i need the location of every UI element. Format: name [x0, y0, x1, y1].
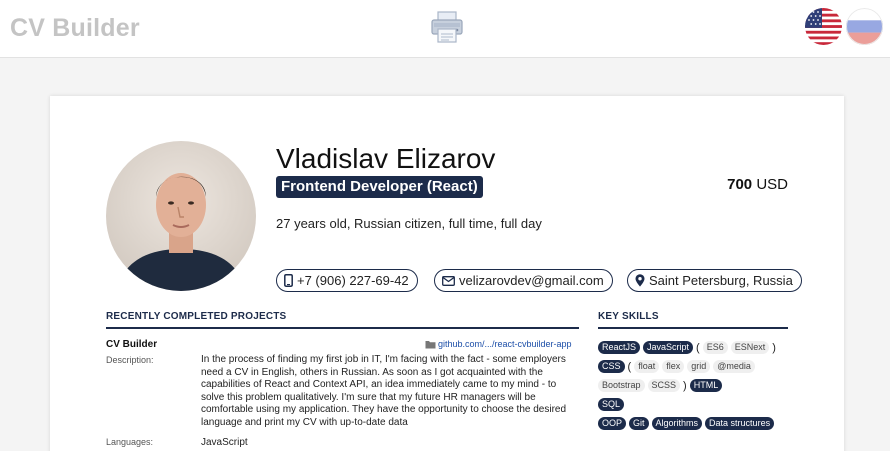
skill-tag: Bootstrap	[598, 379, 645, 392]
language-en-button[interactable]	[805, 8, 842, 45]
email-contact[interactable]: velizarovdev@gmail.com	[434, 269, 613, 292]
skill-group-paren: )	[683, 379, 687, 392]
avatar	[106, 141, 256, 291]
email-text: velizarovdev@gmail.com	[459, 273, 604, 288]
skill-tag: SCSS	[647, 379, 681, 392]
skill-tag: ReactJS	[598, 341, 641, 354]
phone-contact[interactable]: +7 (906) 227-69-42	[276, 269, 418, 292]
about-line: 27 years old, Russian citizen, full time…	[276, 216, 542, 231]
salary-currency: USD	[756, 176, 788, 193]
map-pin-icon	[635, 274, 645, 287]
skill-tag: OOP	[598, 417, 627, 430]
skill-row: ReactJS JavaScript ( ES6 ESNext )	[598, 338, 798, 357]
skill-row: Bootstrap SCSS ) HTML	[598, 376, 798, 395]
position-badge: Frontend Developer (React)	[276, 176, 483, 198]
skill-tag: CSS	[598, 360, 625, 373]
skill-tag: @media	[713, 360, 755, 373]
skill-row: OOP Git Algorithms Data structures	[598, 414, 798, 433]
profile-photo	[106, 141, 256, 291]
description-label: Description:	[106, 355, 154, 365]
skill-group-paren: (	[627, 360, 632, 373]
phone-icon	[284, 274, 293, 287]
app-title: CV Builder	[10, 14, 140, 42]
skill-group-paren: )	[772, 341, 776, 354]
phone-text: +7 (906) 227-69-42	[297, 273, 409, 288]
skill-tag: ESNext	[730, 341, 770, 354]
project-link[interactable]: github.com/.../react-cvbuilder-app	[425, 339, 572, 349]
skill-tag: JavaScript	[643, 341, 694, 354]
skill-tag: Git	[629, 417, 649, 430]
salary: 700 USD	[727, 176, 788, 193]
skill-tag: float	[634, 360, 660, 373]
skill-group-paren: (	[696, 341, 700, 354]
folder-icon	[425, 340, 436, 348]
location-contact[interactable]: Saint Petersburg, Russia	[627, 269, 802, 292]
skill-row: CSS ( float flex grid @media	[598, 357, 798, 376]
language-ru-button[interactable]	[846, 8, 883, 45]
us-flag-icon	[805, 8, 842, 45]
skill-tag: flex	[662, 360, 685, 373]
skill-tag: Data structures	[705, 417, 775, 430]
skill-row: SQL	[598, 395, 798, 414]
project-description: In the process of finding my first job i…	[201, 354, 567, 428]
candidate-name: Vladislav Elizarov	[276, 143, 496, 174]
project-languages: JavaScript	[201, 437, 248, 448]
print-button[interactable]	[429, 10, 465, 44]
skill-tag: Algorithms	[651, 417, 703, 430]
project-link-text: github.com/.../react-cvbuilder-app	[438, 339, 572, 349]
languages-label: Languages:	[106, 437, 154, 447]
envelope-icon	[442, 275, 455, 286]
projects-section-title: RECENTLY COMPLETED PROJECTS	[106, 311, 287, 322]
salary-amount: 700	[727, 176, 753, 193]
location-text: Saint Petersburg, Russia	[649, 273, 793, 288]
skill-tag: HTML	[689, 379, 723, 392]
skills-list: ReactJS JavaScript ( ES6 ESNext ) CSS ( …	[598, 338, 798, 433]
top-bar: CV Builder	[0, 0, 890, 58]
printer-icon	[431, 11, 463, 43]
skills-section-title: KEY SKILLS	[598, 311, 659, 322]
cv-sheet: Vladislav Elizarov Frontend Developer (R…	[50, 96, 844, 451]
project-name: CV Builder	[106, 339, 158, 350]
skill-tag: grid	[687, 360, 711, 373]
projects-divider	[106, 327, 579, 329]
skill-tag: SQL	[598, 398, 625, 411]
skill-tag: ES6	[702, 341, 728, 354]
skills-divider	[598, 327, 788, 329]
russia-flag-icon	[846, 8, 883, 45]
